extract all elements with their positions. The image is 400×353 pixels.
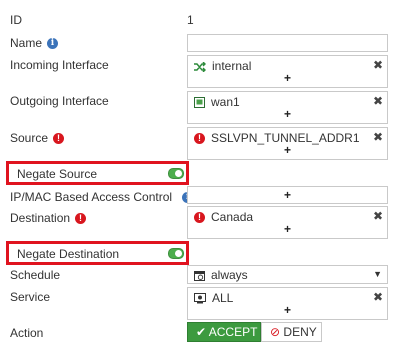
warning-icon: ! — [194, 212, 205, 224]
shuffle-icon — [194, 61, 206, 72]
incoming-interface-field[interactable]: internal ✖ + — [187, 55, 388, 88]
source-entry: ! SSLVPN_TUNNEL_ADDR1 — [194, 131, 360, 145]
outgoing-interface-field[interactable]: wan1 ✖ + — [187, 91, 388, 124]
service-label: Service — [10, 290, 51, 304]
destination-entry: ! Canada — [194, 210, 253, 224]
warning-icon: ! — [75, 213, 87, 225]
source-label: Source! — [10, 131, 65, 145]
outgoing-interface-entry: wan1 — [194, 95, 240, 109]
port-icon — [194, 97, 205, 109]
ip-mac-access-control-label: IP/MAC Based Access Controli — [10, 190, 194, 204]
remove-incoming-interface-button[interactable]: ✖ — [373, 58, 383, 72]
action-label: Action — [10, 326, 44, 340]
id-value: 1 — [187, 13, 194, 27]
name-label: Name i — [10, 36, 59, 50]
schedule-label: Schedule — [10, 268, 61, 282]
incoming-interface-label: Incoming Interface — [10, 58, 109, 72]
remove-service-button[interactable]: ✖ — [373, 290, 383, 304]
accept-button[interactable]: ✔ ACCEPT — [187, 322, 261, 342]
schedule-entry: always — [194, 268, 248, 282]
destination-field[interactable]: ! Canada ✖ + — [187, 206, 388, 239]
service-entry: ALL — [194, 291, 233, 305]
info-icon[interactable]: i — [47, 38, 59, 50]
service-icon — [194, 293, 206, 304]
remove-outgoing-interface-button[interactable]: ✖ — [373, 94, 383, 108]
schedule-select[interactable]: always ▼ — [187, 265, 388, 284]
source-field[interactable]: ! SSLVPN_TUNNEL_ADDR1 ✖ + — [187, 127, 388, 160]
calendar-icon — [194, 271, 205, 282]
add-source-button[interactable]: + — [284, 143, 291, 157]
check-icon: ✔ — [196, 325, 207, 339]
name-input[interactable] — [187, 34, 388, 52]
add-destination-button[interactable]: + — [284, 222, 291, 236]
remove-destination-button[interactable]: ✖ — [373, 209, 383, 223]
warning-icon: ! — [53, 133, 65, 145]
remove-source-button[interactable]: ✖ — [373, 130, 383, 144]
warning-icon: ! — [194, 133, 205, 145]
incoming-interface-entry: internal — [194, 59, 251, 73]
negate-source-toggle[interactable] — [168, 168, 184, 179]
add-service-button[interactable]: + — [284, 303, 291, 317]
id-label: ID — [10, 13, 22, 27]
outgoing-interface-label: Outgoing Interface — [10, 94, 109, 108]
add-incoming-interface-button[interactable]: + — [284, 71, 291, 85]
ip-mac-access-control-field[interactable]: + — [187, 186, 388, 204]
add-ip-mac-button[interactable]: + — [284, 188, 291, 202]
service-field[interactable]: ALL ✖ + — [187, 287, 388, 320]
negate-destination-label: Negate Destination — [17, 247, 120, 261]
add-outgoing-interface-button[interactable]: + — [284, 107, 291, 121]
negate-source-label: Negate Source — [17, 167, 98, 181]
chevron-down-icon[interactable]: ▼ — [373, 269, 382, 279]
deny-button[interactable]: ⊘ DENY — [261, 322, 322, 342]
negate-destination-toggle[interactable] — [168, 248, 184, 259]
destination-label: Destination! — [10, 211, 87, 225]
deny-icon: ⊘ — [270, 325, 281, 339]
